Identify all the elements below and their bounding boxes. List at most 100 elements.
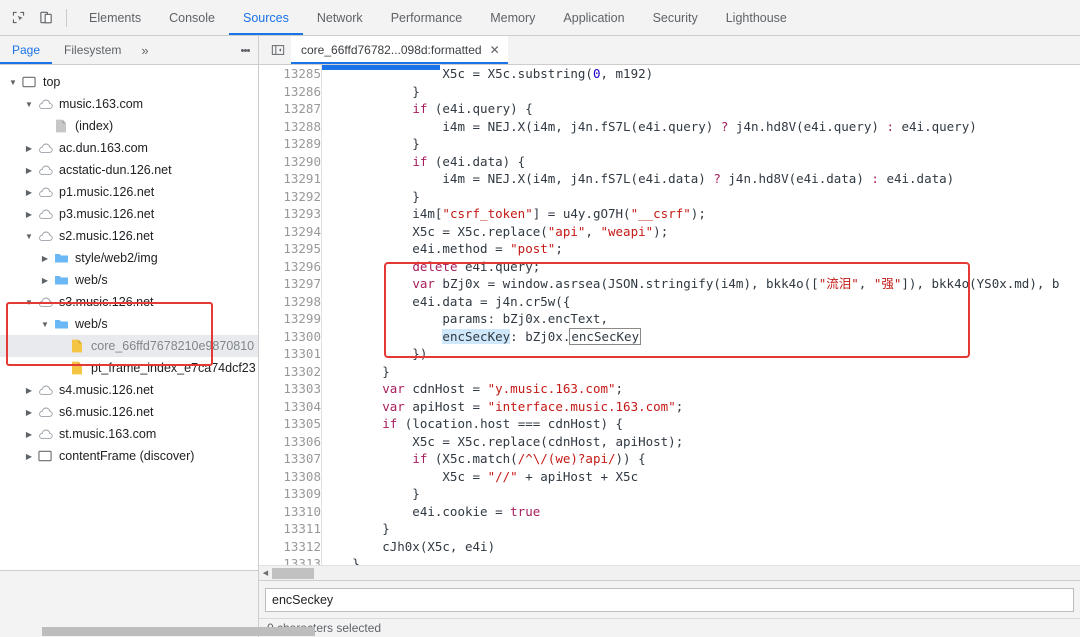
line-number[interactable]: 13290	[259, 152, 322, 170]
chevron-right-icon[interactable]: ▶	[22, 386, 36, 395]
tree-item-acstatic-dun-126-net[interactable]: ▶ acstatic-dun.126.net	[0, 159, 258, 181]
tree-item-s3-music-126-net[interactable]: ▼ s3.music.126.net	[0, 291, 258, 313]
tree-item-s6-music-126-net[interactable]: ▶ s6.music.126.net	[0, 401, 258, 423]
line-number[interactable]: 13309	[259, 485, 322, 503]
chevron-right-icon[interactable]: ▶	[22, 408, 36, 417]
chevron-right-icon[interactable]: ▶	[22, 210, 36, 219]
code-line-content[interactable]: i4m = NEJ.X(i4m, j4n.fS7L(e4i.data) ? j4…	[322, 170, 1080, 188]
scroll-left-arrow-icon[interactable]: ◀	[259, 567, 272, 580]
close-icon[interactable]: ✕	[490, 44, 500, 56]
line-number[interactable]: 13295	[259, 240, 322, 258]
tab-performance[interactable]: Performance	[377, 0, 477, 35]
line-number[interactable]: 13293	[259, 205, 322, 223]
tree-item-p3-music-126-net[interactable]: ▶ p3.music.126.net	[0, 203, 258, 225]
line-number[interactable]: 13294	[259, 222, 322, 240]
code-line-content[interactable]: }	[322, 555, 1080, 565]
code-line-content[interactable]: if (X5c.match(/^\/(we)?api/)) {	[322, 450, 1080, 468]
tree-item-ac-dun-163-com[interactable]: ▶ ac.dun.163.com	[0, 137, 258, 159]
code-line-content[interactable]: X5c = "//" + apiHost + X5c	[322, 468, 1080, 486]
line-number[interactable]: 13287	[259, 100, 322, 118]
line-number[interactable]: 13292	[259, 187, 322, 205]
line-number[interactable]: 13303	[259, 380, 322, 398]
code-line-content[interactable]: X5c = X5c.replace("api", "weapi");	[322, 223, 1080, 241]
chevron-down-icon[interactable]: ▼	[22, 100, 36, 109]
code-scroll-area[interactable]: 13285 X5c = X5c.substring(0, m192) 13286 …	[259, 65, 1080, 565]
tree-item-st-music-163-com[interactable]: ▶ st.music.163.com	[0, 423, 258, 445]
chevron-down-icon[interactable]: ▼	[38, 320, 52, 329]
line-number[interactable]: 13288	[259, 117, 322, 135]
chevron-right-icon[interactable]: ▶	[22, 166, 36, 175]
line-number[interactable]: 13308	[259, 467, 322, 485]
tree-item-s2-music-126-net[interactable]: ▼ s2.music.126.net	[0, 225, 258, 247]
code-line-content[interactable]: })	[322, 345, 1080, 363]
tab-elements[interactable]: Elements	[75, 0, 155, 35]
line-number[interactable]: 13302	[259, 362, 322, 380]
tab-memory[interactable]: Memory	[476, 0, 549, 35]
inspect-element-icon[interactable]	[4, 4, 32, 32]
line-number[interactable]: 13313	[259, 555, 322, 565]
code-line-content[interactable]: i4m["csrf_token"] = u4y.gO7H("__csrf");	[322, 205, 1080, 223]
tab-sources[interactable]: Sources	[228, 0, 303, 35]
code-line-content[interactable]: cJh0x(X5c, e4i)	[322, 538, 1080, 556]
line-number[interactable]: 13285	[259, 65, 322, 83]
search-input[interactable]	[265, 588, 1074, 612]
code-line-content[interactable]: e4i.data = j4n.cr5w({	[322, 293, 1080, 311]
toggle-device-toolbar-icon[interactable]	[32, 4, 60, 32]
line-number[interactable]: 13298	[259, 292, 322, 310]
code-line-content[interactable]: if (e4i.query) {	[322, 100, 1080, 118]
code-line-content[interactable]: e4i.cookie = true	[322, 503, 1080, 521]
code-line-content[interactable]: var apiHost = "interface.music.163.com";	[322, 398, 1080, 416]
line-number[interactable]: 13306	[259, 432, 322, 450]
tab-security[interactable]: Security	[639, 0, 712, 35]
chevron-right-icon[interactable]: ▶	[22, 430, 36, 439]
code-line-content[interactable]: var bZj0x = window.asrsea(JSON.stringify…	[322, 275, 1080, 293]
code-line-content[interactable]: }	[322, 520, 1080, 538]
line-number[interactable]: 13299	[259, 310, 322, 328]
chevron-right-icon[interactable]: ▶	[38, 254, 52, 263]
code-line-content[interactable]: encSecKey: bZj0x.encSecKey	[322, 327, 1080, 346]
tree-item-web-s[interactable]: ▶ web/s	[0, 269, 258, 291]
chevron-down-icon[interactable]: ▼	[22, 232, 36, 241]
tree-item-music-163-com[interactable]: ▼ music.163.com	[0, 93, 258, 115]
chevron-down-icon[interactable]: ▼	[22, 298, 36, 307]
chevron-right-icon[interactable]: ▶	[38, 276, 52, 285]
tree-item-core-66ffd7678210e9870810[interactable]: ▶core_66ffd7678210e9870810	[0, 335, 258, 357]
scrollbar-thumb[interactable]	[272, 567, 314, 579]
navigator-tab-filesystem[interactable]: Filesystem	[52, 36, 133, 64]
code-line-content[interactable]: }	[322, 485, 1080, 503]
tree-item-style-web2-img[interactable]: ▶ style/web2/img	[0, 247, 258, 269]
navigator-tab-page[interactable]: Page	[0, 36, 53, 64]
tree-item-top[interactable]: ▼ top	[0, 71, 258, 93]
chevron-right-icon[interactable]: ▶	[22, 144, 36, 153]
navigator-horizontal-scrollbar[interactable]	[42, 627, 315, 636]
code-line-content[interactable]: var cdnHost = "y.music.163.com";	[322, 380, 1080, 398]
tab-network[interactable]: Network	[303, 0, 377, 35]
more-tabs-icon[interactable]: »	[133, 36, 156, 64]
tree-item-contentframe-discover-[interactable]: ▶ contentFrame (discover)	[0, 445, 258, 467]
editor-tab-core-formatted[interactable]: core_66ffd76782...098d:formatted ✕	[291, 36, 508, 64]
line-number[interactable]: 13305	[259, 415, 322, 433]
code-line-content[interactable]: if (e4i.data) {	[322, 153, 1080, 171]
collapse-navigator-icon[interactable]	[265, 36, 291, 64]
line-number[interactable]: 13304	[259, 397, 322, 415]
line-number[interactable]: 13289	[259, 135, 322, 153]
tab-application[interactable]: Application	[549, 0, 638, 35]
line-number[interactable]: 13301	[259, 345, 322, 363]
tree-item--index-[interactable]: ▶(index)	[0, 115, 258, 137]
tree-item-s4-music-126-net[interactable]: ▶ s4.music.126.net	[0, 379, 258, 401]
code-line-content[interactable]: }	[322, 83, 1080, 101]
line-number[interactable]: 13296	[259, 257, 322, 275]
line-number[interactable]: 13300	[259, 327, 322, 345]
line-number[interactable]: 13312	[259, 537, 322, 555]
tab-console[interactable]: Console	[155, 0, 229, 35]
tree-item-pt-frame-index-e7ca74dcf23[interactable]: ▶pt_frame_index_e7ca74dcf23	[0, 357, 258, 379]
code-line-content[interactable]: }	[322, 363, 1080, 381]
code-line-content[interactable]: i4m = NEJ.X(i4m, j4n.fS7L(e4i.query) ? j…	[322, 118, 1080, 136]
code-line-content[interactable]: if (location.host === cdnHost) {	[322, 415, 1080, 433]
tree-item-web-s[interactable]: ▼ web/s	[0, 313, 258, 335]
chevron-down-icon[interactable]: ▼	[6, 78, 20, 87]
chevron-right-icon[interactable]: ▶	[22, 188, 36, 197]
line-number[interactable]: 13297	[259, 275, 322, 293]
code-line-content[interactable]: e4i.method = "post";	[322, 240, 1080, 258]
navigator-more-options-icon[interactable]	[232, 36, 258, 64]
